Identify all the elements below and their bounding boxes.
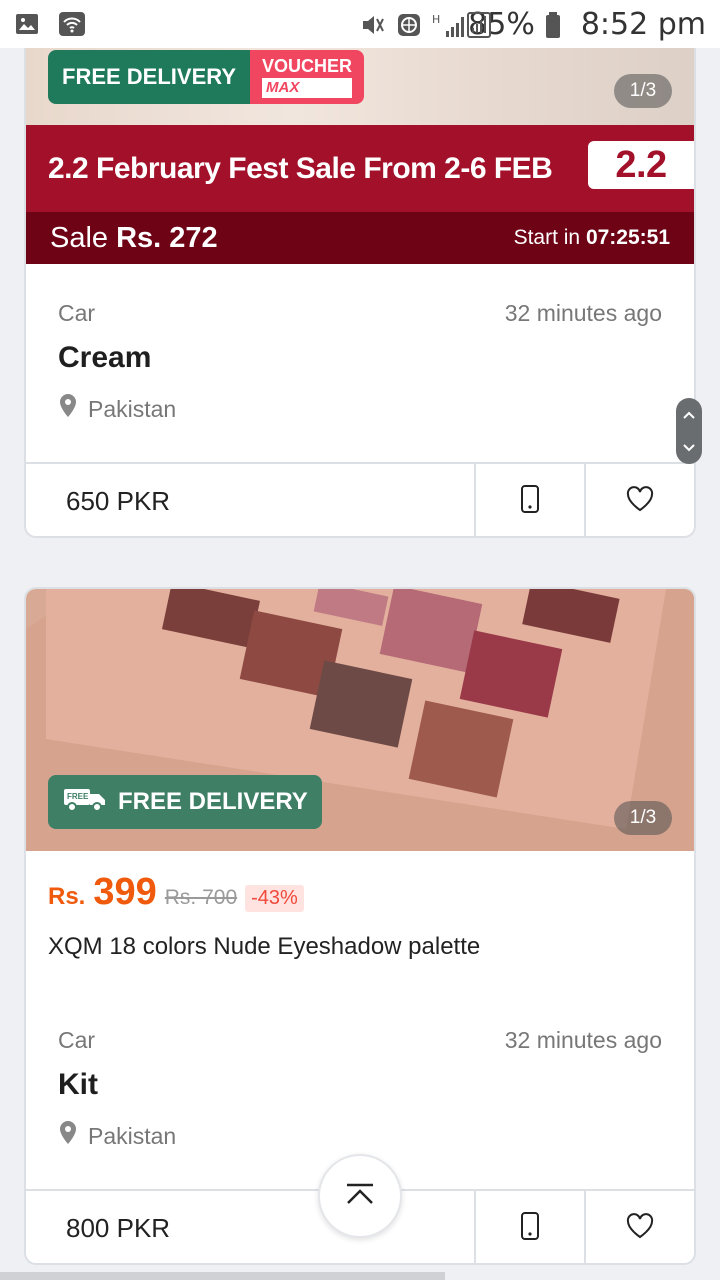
price-currency: Rs.	[48, 883, 86, 910]
listing-meta: Car 32 minutes ago Cream Pakistan	[58, 300, 662, 425]
wifi-icon	[58, 11, 85, 37]
listing-price: 650 PKR	[66, 485, 171, 516]
countdown-time: 07:25:51	[585, 226, 670, 249]
scroll-handle[interactable]	[676, 398, 702, 464]
heart-icon	[625, 1212, 655, 1245]
chevron-up-icon	[683, 408, 695, 422]
truck-icon: FREE	[62, 785, 108, 820]
sale-amount: Rs. 272	[116, 221, 218, 254]
product-photo[interactable]: FREE FREE DELIVERY 1/3	[26, 589, 694, 851]
voucher-text: VOUCHER	[262, 56, 353, 76]
listing-meta: Car 32 minutes ago Kit Pakistan	[58, 1027, 662, 1152]
posted-time: 32 minutes ago	[504, 300, 662, 326]
heart-icon	[625, 485, 655, 518]
location: Pakistan	[58, 393, 662, 425]
free-delivery-badge: FREE FREE DELIVERY	[48, 775, 322, 829]
svg-text:H: H	[432, 13, 440, 26]
fest-sale-text: 2.2 February Fest Sale From 2-6 FEB	[48, 151, 553, 185]
product-title[interactable]: XQM 18 colors Nude Eyeshadow palette	[48, 933, 480, 961]
clock: 8:52 pm	[580, 6, 706, 42]
gallery-icon	[14, 11, 40, 37]
scroll-to-top-button[interactable]	[318, 1154, 402, 1238]
listing-title[interactable]: Cream	[58, 341, 662, 375]
phone-icon	[520, 1211, 540, 1246]
fest-badge: 2.2	[588, 141, 694, 189]
sale-label: Sale	[50, 221, 109, 254]
listing-title[interactable]: Kit	[58, 1068, 662, 1102]
battery-icon	[545, 11, 571, 38]
sale-countdown-bar: Sale Rs. 272 Start in 07:25:51	[26, 212, 694, 264]
max-text: MAX	[262, 78, 353, 98]
location-text: Pakistan	[88, 1122, 177, 1149]
status-bar: H 85% 8:52 pm	[0, 0, 720, 48]
free-delivery-label: FREE DELIVERY	[48, 50, 250, 104]
call-button[interactable]	[474, 464, 584, 536]
promo-price: Rs. 399 Rs. 700 -43%	[48, 871, 304, 914]
posted-time: 32 minutes ago	[504, 1027, 662, 1053]
bottom-scrollbar	[0, 1272, 445, 1280]
old-price: Rs. 700	[164, 886, 238, 909]
listing-price: 800 PKR	[66, 1212, 171, 1243]
globe-icon	[396, 11, 422, 37]
price-value: 399	[93, 871, 157, 913]
listing-card[interactable]: FREE DELIVERY VOUCHER MAX 1/3 2.2 Februa…	[24, 10, 696, 538]
listing-actions: 650 PKR	[26, 462, 694, 536]
discount-badge: -43%	[245, 885, 304, 912]
call-button[interactable]	[474, 1191, 584, 1263]
image-pager: 1/3	[614, 74, 672, 108]
fest-sale-banner[interactable]: 2.2 February Fest Sale From 2-6 FEB 2.2	[26, 125, 694, 212]
start-label: Start in	[513, 226, 581, 249]
free-delivery-label: FREE DELIVERY	[118, 788, 308, 815]
countdown: Start in 07:25:51	[514, 226, 670, 250]
location-pin-icon	[58, 393, 78, 425]
phone-icon	[520, 484, 540, 519]
location-text: Pakistan	[88, 395, 177, 422]
chevron-down-icon	[683, 441, 695, 455]
sale-price: Sale Rs. 272	[50, 222, 218, 255]
signal-icon: H	[432, 11, 492, 38]
favorite-button[interactable]	[584, 464, 694, 536]
vibrate-mute-icon	[360, 11, 386, 37]
free-delivery-voucher-badge: FREE DELIVERY VOUCHER MAX	[48, 50, 365, 104]
location: Pakistan	[58, 1120, 662, 1152]
location-pin-icon	[58, 1120, 78, 1152]
truck-tag: FREE	[67, 792, 89, 801]
chevron-up-icon	[344, 1183, 376, 1210]
voucher-max-label: VOUCHER MAX	[250, 50, 365, 104]
image-pager: 1/3	[614, 801, 672, 835]
favorite-button[interactable]	[584, 1191, 694, 1263]
